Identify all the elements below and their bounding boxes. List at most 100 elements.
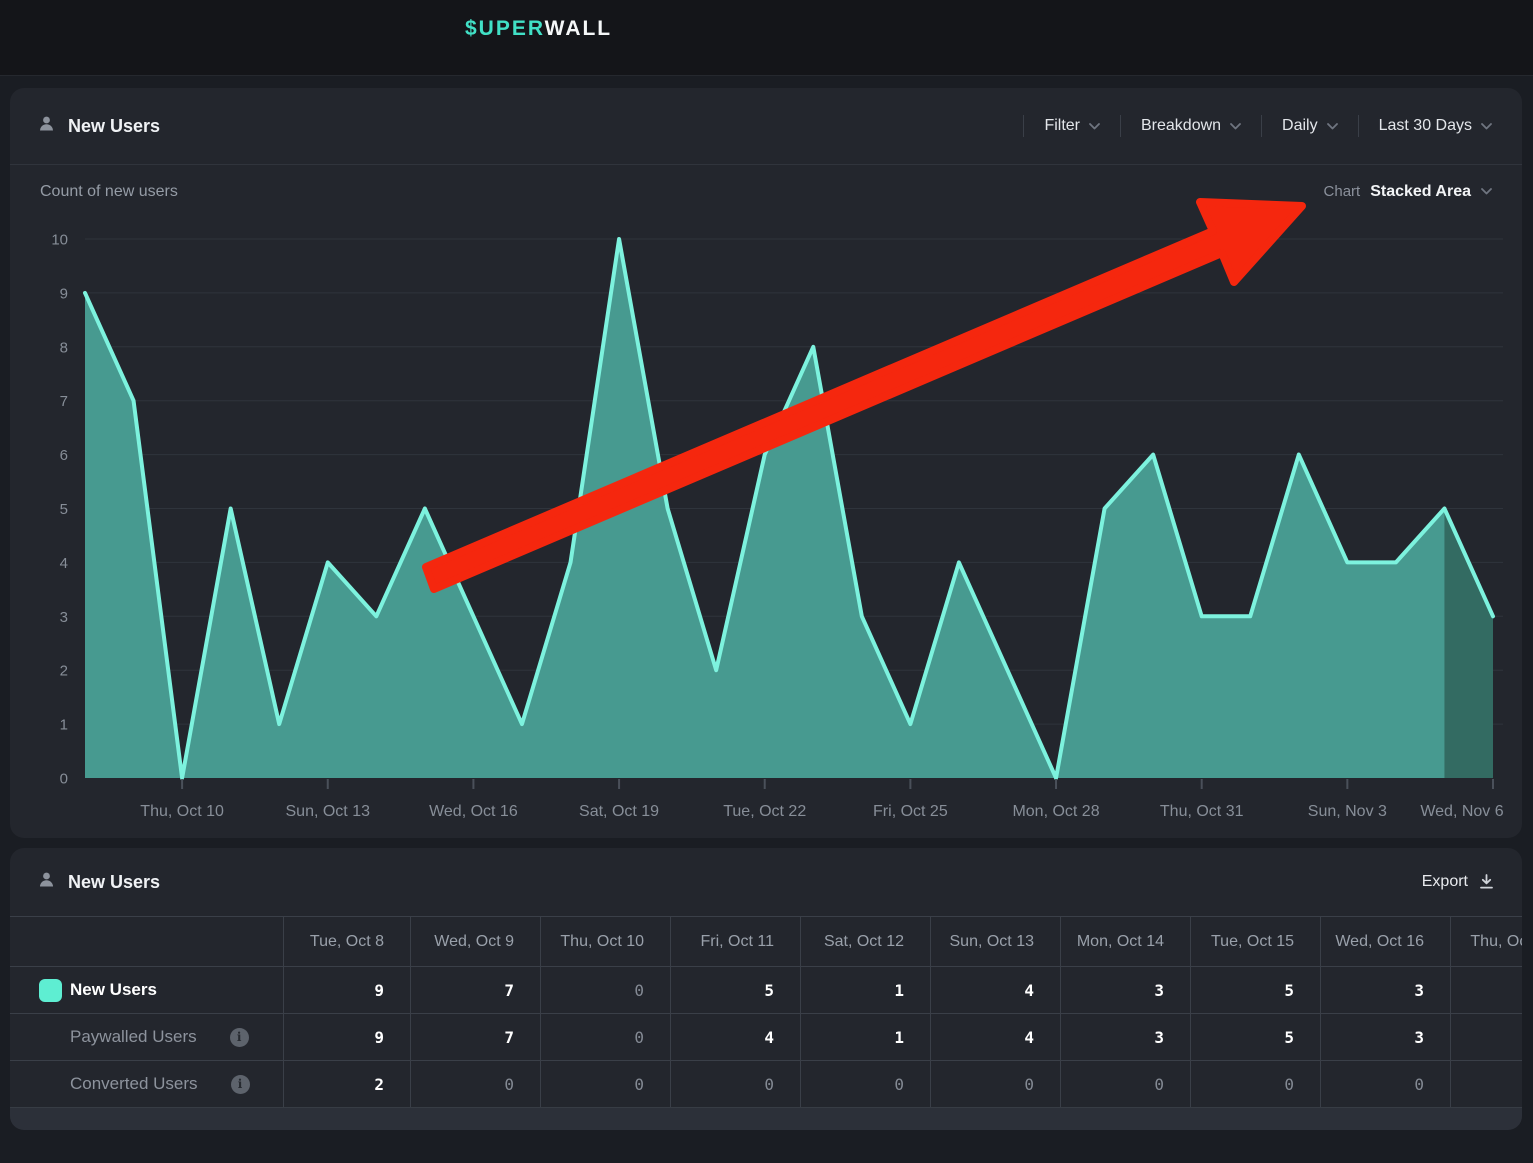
value-cell: 9	[283, 1014, 410, 1060]
interval-dropdown[interactable]: Daily	[1282, 117, 1338, 135]
row-label-cell: Converted Users i	[10, 1061, 283, 1107]
svg-text:Wed, Nov 6: Wed, Nov 6	[1420, 803, 1503, 820]
export-button[interactable]: Export	[1422, 873, 1494, 891]
chart-card-title: New Users	[68, 116, 160, 137]
svg-text:Sat, Oct 19: Sat, Oct 19	[579, 803, 659, 820]
value-cell: 5	[670, 967, 800, 1013]
svg-text:0: 0	[60, 771, 68, 788]
value-cell: 7	[410, 1014, 540, 1060]
chart-card-header: New Users Filter Breakdown Daily Last 30…	[10, 88, 1522, 165]
svg-text:3: 3	[60, 609, 68, 626]
chart-type-value: Stacked Area	[1370, 183, 1471, 201]
filter-label: Filter	[1044, 117, 1080, 135]
chevron-down-icon	[1089, 123, 1100, 130]
svg-text:2: 2	[60, 663, 68, 680]
value-cell: 3	[1320, 967, 1450, 1013]
value-cell: 3	[1060, 1014, 1190, 1060]
value-cell	[1450, 967, 1522, 1013]
svg-text:7: 7	[60, 393, 68, 410]
date-range-label: Last 30 Days	[1379, 117, 1472, 135]
date-range-dropdown[interactable]: Last 30 Days	[1379, 117, 1492, 135]
logo-primary: $UPER	[465, 17, 545, 40]
divider	[1358, 115, 1359, 137]
value-cell: 0	[670, 1061, 800, 1107]
breakdown-label: Breakdown	[1141, 117, 1221, 135]
superwall-logo: $UPERWALL	[465, 17, 612, 41]
svg-text:6: 6	[60, 447, 68, 464]
svg-text:Mon, Oct 28: Mon, Oct 28	[1012, 803, 1099, 820]
value-cell: 0	[1320, 1061, 1450, 1107]
breakdown-dropdown[interactable]: Breakdown	[1141, 117, 1241, 135]
chart-type-label: Chart	[1324, 183, 1361, 200]
new-users-chart-card: New Users Filter Breakdown Daily Last 30…	[10, 88, 1522, 838]
value-cell: 5	[1190, 1014, 1320, 1060]
svg-text:5: 5	[60, 501, 68, 518]
column-header: Sun, Oct 13	[930, 917, 1060, 966]
svg-text:4: 4	[60, 555, 68, 572]
person-icon	[38, 115, 55, 137]
value-cell: 3	[1060, 967, 1190, 1013]
value-cell: 0	[1190, 1061, 1320, 1107]
column-header: Thu, Oct 10	[540, 917, 670, 966]
value-cell: 7	[410, 967, 540, 1013]
value-cell: 0	[540, 967, 670, 1013]
column-header: Wed, Oct 16	[1320, 917, 1450, 966]
svg-text:Tue, Oct 22: Tue, Oct 22	[723, 803, 806, 820]
table-header-row: Tue, Oct 8Wed, Oct 9Thu, Oct 10Fri, Oct …	[10, 916, 1522, 966]
series-color-swatch	[39, 979, 62, 1002]
column-header: Thu, Oct 17	[1450, 917, 1522, 966]
value-cell: 4	[930, 1014, 1060, 1060]
filter-dropdown[interactable]: Filter	[1044, 117, 1100, 135]
column-header	[10, 917, 283, 966]
chart-type-dropdown[interactable]: Chart Stacked Area	[1324, 183, 1492, 201]
value-cell: 5	[1190, 967, 1320, 1013]
column-header: Sat, Oct 12	[800, 917, 930, 966]
column-header: Mon, Oct 14	[1060, 917, 1190, 966]
svg-text:Fri, Oct 25: Fri, Oct 25	[873, 803, 948, 820]
column-header: Tue, Oct 15	[1190, 917, 1320, 966]
value-cell	[1450, 1014, 1522, 1060]
table-body: New Users970514353Paywalled Usersi970414…	[10, 966, 1522, 1107]
svg-text:9: 9	[60, 285, 68, 302]
value-cell: 0	[540, 1014, 670, 1060]
divider	[1261, 115, 1262, 137]
svg-text:Sun, Nov 3: Sun, Nov 3	[1308, 803, 1387, 820]
top-nav-bar: $UPERWALL	[0, 0, 1533, 76]
table-row: Converted Usersi200000000	[10, 1060, 1522, 1107]
value-cell	[1450, 1061, 1522, 1107]
value-cell: 2	[283, 1061, 410, 1107]
person-icon	[38, 871, 55, 893]
column-header: Tue, Oct 8	[283, 917, 410, 966]
svg-text:Sun, Oct 13: Sun, Oct 13	[286, 803, 371, 820]
svg-text:Thu, Oct 31: Thu, Oct 31	[1160, 803, 1244, 820]
chevron-down-icon	[1481, 123, 1492, 130]
column-header: Wed, Oct 9	[410, 917, 540, 966]
table-card-header: New Users Export	[10, 848, 1522, 916]
row-label: Converted Users	[70, 1074, 198, 1094]
divider	[1023, 115, 1024, 137]
chart-subheader: Count of new users Chart Stacked Area	[10, 165, 1522, 218]
value-cell: 9	[283, 967, 410, 1013]
table-horizontal-scrollbar[interactable]	[10, 1107, 1522, 1130]
row-label-cell: New Users	[10, 967, 283, 1013]
value-cell: 3	[1320, 1014, 1450, 1060]
new-users-area-chart: Thu, Oct 10Sun, Oct 13Wed, Oct 16Sat, Oc…	[10, 218, 1522, 838]
value-cell: 1	[800, 967, 930, 1013]
value-cell: 0	[1060, 1061, 1190, 1107]
chevron-down-icon	[1327, 123, 1338, 130]
chart-region: Thu, Oct 10Sun, Oct 13Wed, Oct 16Sat, Oc…	[10, 218, 1522, 838]
info-icon[interactable]: i	[230, 1028, 249, 1047]
svg-text:1: 1	[60, 717, 68, 734]
info-icon[interactable]: i	[231, 1075, 250, 1094]
logo-secondary: WALL	[545, 17, 612, 40]
chevron-down-icon	[1481, 188, 1492, 195]
value-cell: 0	[800, 1061, 930, 1107]
download-icon	[1479, 874, 1494, 890]
value-cell: 4	[670, 1014, 800, 1060]
column-header: Fri, Oct 11	[670, 917, 800, 966]
interval-label: Daily	[1282, 117, 1318, 135]
table-row: Paywalled Usersi970414353	[10, 1013, 1522, 1060]
value-cell: 0	[540, 1061, 670, 1107]
metrics-table: Tue, Oct 8Wed, Oct 9Thu, Oct 10Fri, Oct …	[10, 916, 1522, 1107]
svg-text:8: 8	[60, 339, 68, 356]
